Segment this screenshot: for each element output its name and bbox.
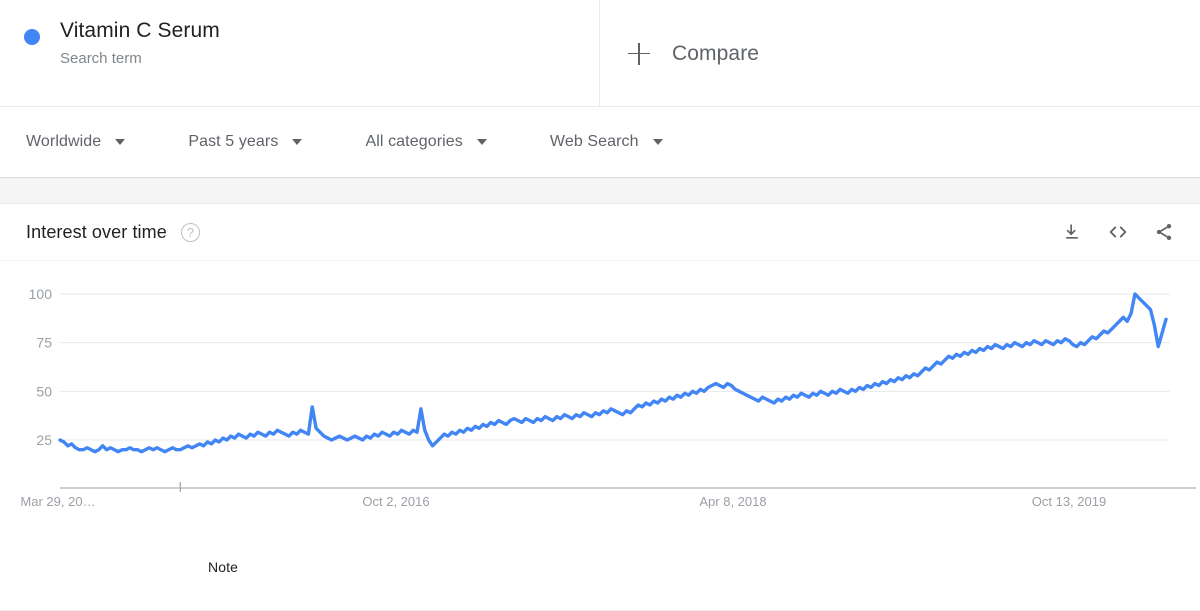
chevron-down-icon bbox=[292, 139, 303, 145]
compare-panel: Compare bbox=[600, 0, 1200, 107]
compare-label: Compare bbox=[672, 41, 760, 65]
y-axis-tick-label: 75 bbox=[36, 335, 52, 351]
y-axis-tick-label: 100 bbox=[29, 286, 53, 302]
section-separator bbox=[0, 178, 1200, 203]
filter-location[interactable]: Worldwide bbox=[26, 133, 126, 151]
note-annotation-label: Note bbox=[208, 559, 238, 575]
plus-icon bbox=[628, 42, 650, 65]
filter-time-range-label: Past 5 years bbox=[188, 133, 279, 150]
search-terms-bar: Vitamin C Serum Search term Compare bbox=[0, 0, 1200, 107]
y-axis-tick-label: 50 bbox=[36, 383, 52, 399]
card-title: Interest over time bbox=[26, 221, 167, 242]
card-actions bbox=[1060, 220, 1176, 244]
filters-bar: Worldwide Past 5 years All categories We… bbox=[0, 107, 1200, 178]
x-axis-tick-label: Oct 2, 2016 bbox=[362, 494, 429, 509]
card-header: Interest over time ? bbox=[0, 204, 1200, 261]
search-term-subtitle: Search term bbox=[60, 50, 142, 67]
share-icon[interactable] bbox=[1152, 220, 1176, 244]
download-icon[interactable] bbox=[1060, 220, 1084, 244]
search-term-texts: Vitamin C Serum Search term bbox=[60, 17, 220, 70]
filter-search-type[interactable]: Web Search bbox=[550, 133, 663, 151]
filter-category[interactable]: All categories bbox=[365, 133, 487, 151]
chevron-down-icon bbox=[652, 139, 663, 145]
x-axis-tick-label: Apr 8, 2018 bbox=[699, 494, 766, 509]
add-comparison-button[interactable]: Compare bbox=[628, 42, 759, 66]
search-term-card[interactable]: Vitamin C Serum Search term bbox=[0, 0, 600, 107]
trend-line bbox=[58, 292, 1168, 454]
x-axis-tick-label: Mar 29, 20… bbox=[20, 494, 95, 509]
filter-location-label: Worldwide bbox=[26, 133, 102, 150]
filter-time-range[interactable]: Past 5 years bbox=[188, 133, 303, 151]
filter-search-type-label: Web Search bbox=[549, 133, 639, 150]
x-axis-tick-label: Oct 13, 2019 bbox=[1032, 494, 1106, 509]
chevron-down-icon bbox=[476, 139, 487, 145]
y-axis-tick-label: 25 bbox=[36, 432, 52, 448]
interest-over-time-plot[interactable]: 25 50 75 100 Mar 29, 20… Oct 2, 2016 Apr 8, 20… bbox=[0, 261, 1200, 611]
chevron-down-icon bbox=[115, 139, 126, 145]
filter-category-label: All categories bbox=[365, 133, 463, 150]
google-trends-page: Vitamin C Serum Search term Compare Worl… bbox=[0, 0, 1200, 611]
trends-line-chart: 25 50 75 100 Mar 29, 20… Oct 2, 2016 Apr 8, 20… bbox=[20, 286, 1196, 509]
embed-icon[interactable] bbox=[1106, 220, 1130, 244]
series-color-dot bbox=[24, 29, 40, 45]
interest-over-time-card: Interest over time ? 25 50 75 100 Mar 29… bbox=[0, 203, 1200, 611]
search-term-title: Vitamin C Serum bbox=[60, 19, 220, 42]
help-icon[interactable]: ? bbox=[180, 222, 200, 242]
